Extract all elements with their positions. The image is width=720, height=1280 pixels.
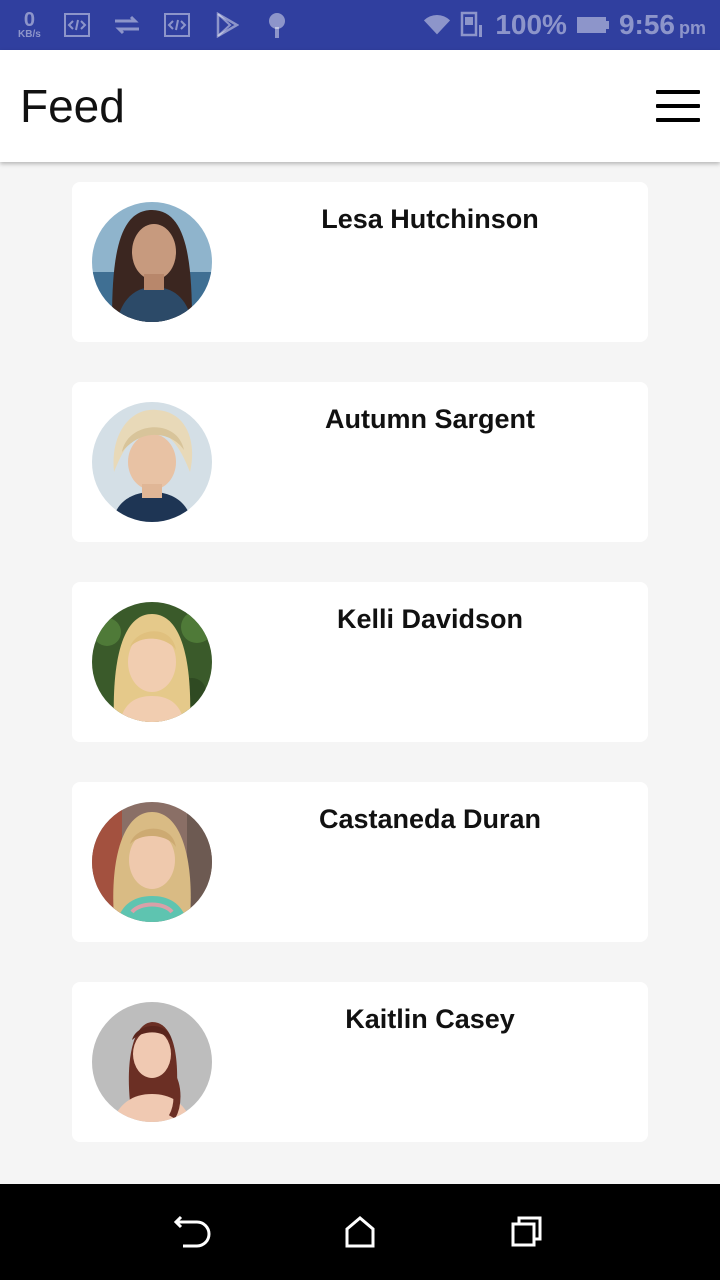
menu-line [656, 118, 700, 122]
status-right: 100% 9:56 pm [423, 9, 706, 41]
page-title: Feed [20, 80, 125, 132]
card-name: Kelli Davidson [336, 604, 524, 634]
avatar [92, 402, 212, 522]
clock-ampm: pm [679, 18, 706, 38]
card-name: Lesa Hutchinson [321, 204, 539, 234]
card-name: Castaneda Duran [318, 804, 542, 834]
network-speed-unit: KB/s [18, 29, 41, 40]
avatar [92, 802, 212, 922]
play-store-icon [213, 12, 241, 38]
data-transfer-icon [113, 12, 141, 38]
back-icon[interactable] [163, 1202, 223, 1262]
battery-icon [575, 12, 611, 38]
clock: 9:56 pm [619, 9, 706, 41]
feed-card[interactable]: Kaitlin Casey [72, 982, 648, 1142]
wifi-icon [423, 12, 451, 38]
navigation-bar [0, 1184, 720, 1280]
code-icon [163, 12, 191, 38]
avatar [92, 602, 212, 722]
menu-line [656, 104, 700, 108]
clock-time: 9:56 [618, 9, 675, 40]
feed-card[interactable]: Autumn Sargent [72, 382, 648, 542]
menu-line [656, 90, 700, 94]
home-icon[interactable] [330, 1202, 390, 1262]
status-left: 0 KB/s [18, 10, 291, 40]
feed-card[interactable]: Lesa Hutchinson [72, 182, 648, 342]
code-icon [63, 12, 91, 38]
app-bar: Feed [0, 50, 720, 162]
status-bar: 0 KB/s 100% 9:56 pm [0, 0, 720, 50]
hamburger-menu-icon[interactable] [656, 90, 700, 122]
network-speed: 0 KB/s [18, 10, 41, 40]
recents-icon[interactable] [497, 1202, 557, 1262]
feed-card[interactable]: Kelli Davidson [72, 582, 648, 742]
avatar [92, 1002, 212, 1122]
avatar [92, 202, 212, 322]
network-speed-value: 0 [23, 9, 35, 31]
card-name: Kaitlin Casey [345, 1004, 515, 1034]
battery-percent: 100% [495, 9, 567, 40]
feed-card[interactable]: Castaneda Duran [72, 782, 648, 942]
location-icon [263, 12, 291, 38]
sim-icon [459, 11, 487, 38]
feed-list[interactable]: Lesa Hutchinson Autumn Sargent Kelli Dav… [0, 162, 720, 1184]
card-name: Autumn Sargent [324, 404, 535, 434]
